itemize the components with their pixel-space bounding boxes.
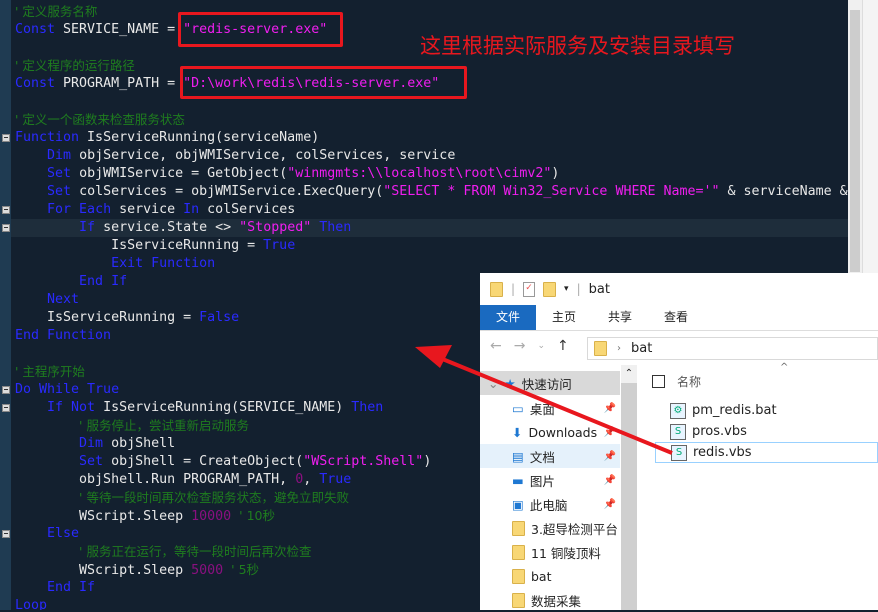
- arrow-shaft: [439, 356, 673, 455]
- arrow-head: [415, 345, 452, 368]
- annotation-arrow: [415, 345, 673, 455]
